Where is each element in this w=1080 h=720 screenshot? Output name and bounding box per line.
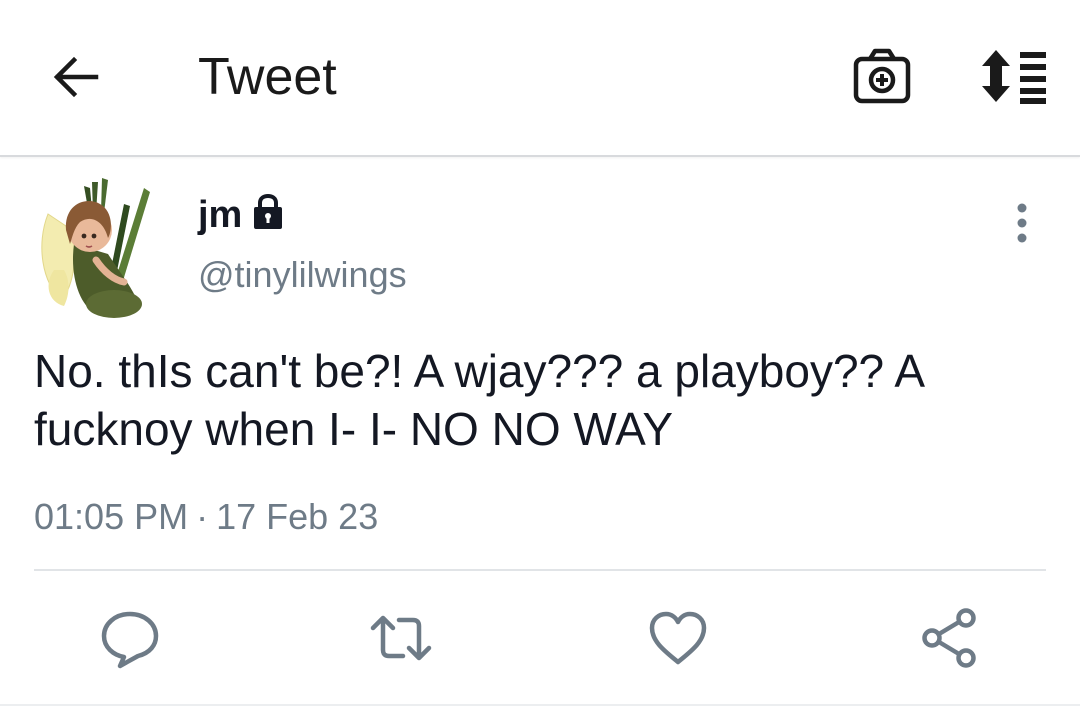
retweet-icon bbox=[370, 615, 432, 661]
arrow-left-icon bbox=[53, 56, 99, 98]
page-title: Tweet bbox=[198, 48, 337, 106]
back-button[interactable] bbox=[48, 52, 108, 102]
reply-button[interactable] bbox=[98, 606, 162, 670]
sort-list-icon bbox=[982, 50, 1046, 104]
display-name[interactable]: jm bbox=[198, 192, 242, 238]
fairy-avatar-image bbox=[41, 178, 150, 318]
lock-icon bbox=[248, 192, 288, 232]
top-app-bar: Tweet bbox=[0, 0, 1080, 157]
bottom-divider bbox=[0, 704, 1080, 706]
share-button[interactable] bbox=[918, 606, 982, 670]
camera-button[interactable] bbox=[850, 45, 914, 109]
more-options-button[interactable] bbox=[1002, 200, 1042, 246]
meta-separator: · bbox=[196, 496, 209, 537]
retweet-button[interactable] bbox=[369, 606, 433, 670]
like-button[interactable] bbox=[646, 606, 710, 670]
reply-icon bbox=[101, 611, 159, 669]
heart-icon bbox=[649, 611, 707, 665]
user-handle[interactable]: @tinylilwings bbox=[198, 252, 407, 298]
tweet-date: 17 Feb 23 bbox=[216, 496, 379, 537]
sort-button[interactable] bbox=[976, 46, 1052, 106]
tweet-text: No. thIs can't be?! A wjay??? a playboy?… bbox=[34, 345, 926, 455]
tweet-time: 01:05 PM bbox=[34, 496, 189, 537]
avatar[interactable] bbox=[34, 174, 156, 324]
tweet-timestamp: 01:05 PM · 17 Feb 23 bbox=[34, 494, 378, 540]
more-vertical-icon bbox=[1017, 203, 1027, 243]
camera-plus-icon bbox=[853, 48, 911, 104]
share-icon bbox=[922, 608, 976, 668]
divider bbox=[34, 569, 1046, 571]
